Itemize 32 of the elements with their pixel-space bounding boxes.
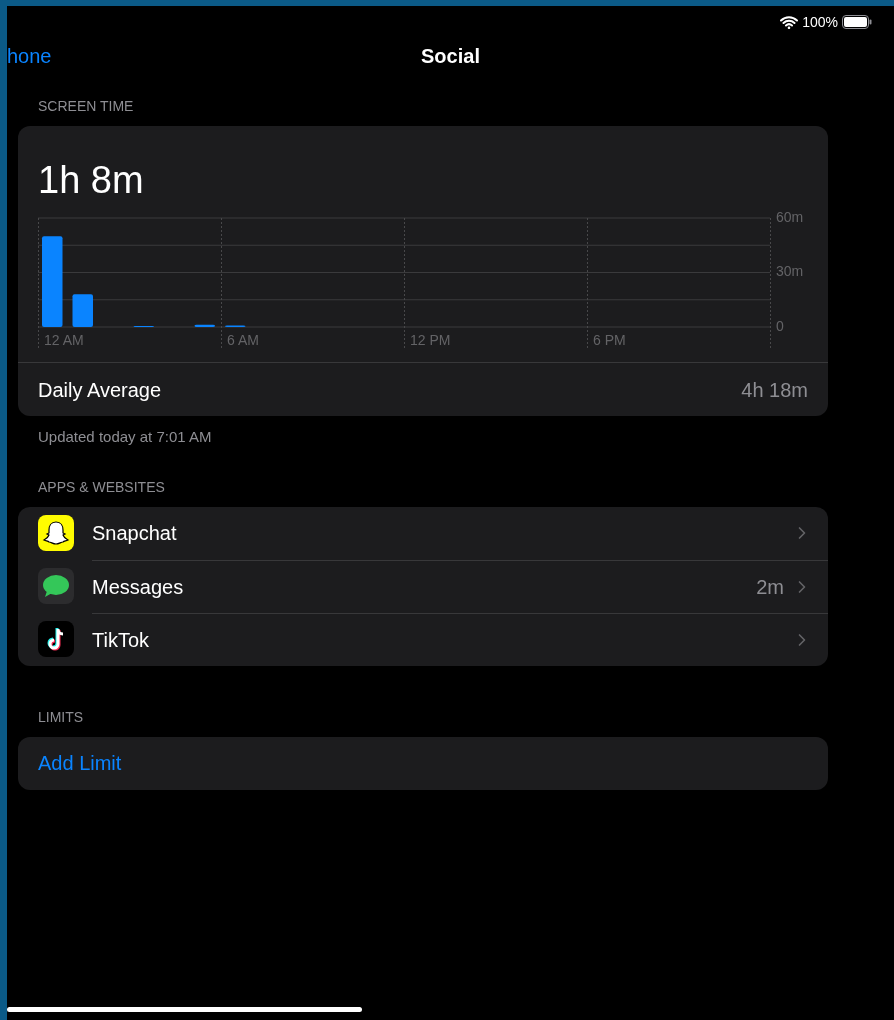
chat-bubble-app-icon [38, 568, 74, 604]
app-name: Snapchat [92, 521, 178, 546]
x-tick-label: 12 PM [410, 332, 451, 348]
usage-bar [194, 324, 215, 327]
x-tick-label: 12 AM [44, 332, 84, 348]
app-time: 2m [756, 574, 784, 600]
usage-bar [72, 294, 93, 327]
app-name: TikTok [92, 627, 151, 653]
total-time: 1h 8m [38, 158, 145, 203]
nav-title: Social [421, 44, 480, 69]
wifi-icon [780, 15, 799, 29]
ghost-app-icon [38, 515, 74, 551]
battery-percentage: 100% [802, 12, 838, 32]
app-row[interactable]: Messages 2m [18, 559, 828, 613]
back-button[interactable]: hone [7, 41, 52, 71]
y-tick-label: 0 [776, 317, 784, 334]
updated-note: Updated today at 7:01 AM [37, 427, 213, 447]
section-header: LIMITS [37, 707, 85, 727]
app-name: Messages [92, 574, 185, 600]
y-tick-label: 30m [776, 263, 804, 280]
x-tick-label: 6 PM [593, 332, 626, 348]
battery-icon [842, 15, 872, 29]
app-row[interactable]: Snapchat [18, 506, 828, 560]
app-row[interactable]: TikTok [18, 612, 828, 666]
section-header: SCREEN TIME [37, 97, 135, 116]
y-tick-label: 60m [776, 210, 804, 225]
x-tick-label: 6 AM [227, 332, 259, 348]
section-header: APPS & WEBSITES [37, 477, 166, 497]
add-limit-button[interactable]: Add Limit [18, 736, 828, 790]
daily-average-value: 4h 18m [741, 377, 808, 403]
music-note-app-icon [38, 621, 74, 657]
daily-average-label: Daily Average [38, 377, 162, 403]
